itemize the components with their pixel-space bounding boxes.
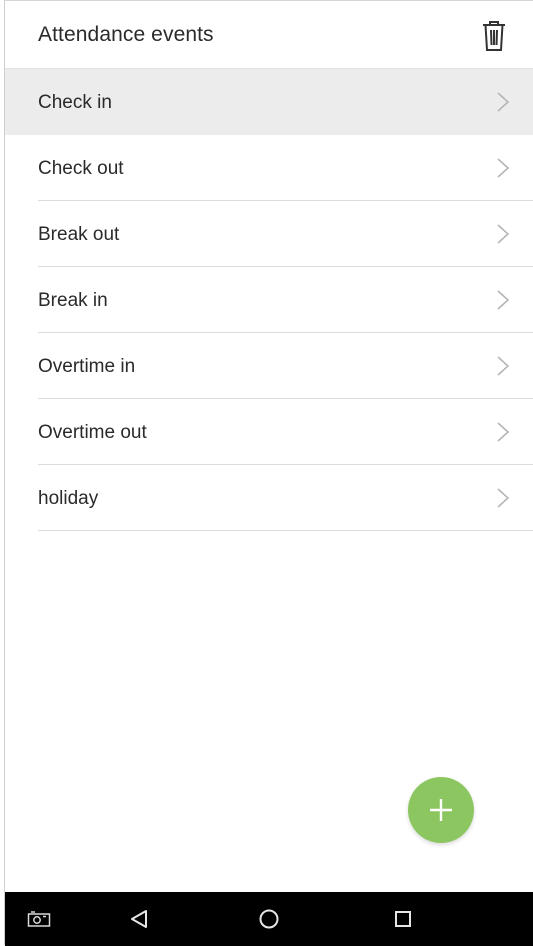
back-icon bbox=[131, 910, 147, 928]
chevron-right-icon bbox=[497, 158, 510, 178]
chevron-right-icon bbox=[497, 290, 510, 310]
chevron-right-icon bbox=[497, 356, 510, 376]
list-item-label: Break in bbox=[38, 290, 108, 311]
list-item-label: Overtime in bbox=[38, 356, 136, 377]
add-event-button[interactable] bbox=[408, 777, 474, 843]
chevron-right-icon bbox=[497, 488, 510, 508]
chevron-right-icon bbox=[497, 92, 510, 112]
list-item-label: Overtime out bbox=[38, 422, 147, 443]
list-item-break-out[interactable]: Break out bbox=[5, 201, 533, 267]
recents-icon bbox=[395, 911, 411, 927]
list-item-label: Check out bbox=[38, 158, 124, 179]
list-item-label: holiday bbox=[38, 488, 99, 509]
screenshot-button[interactable] bbox=[15, 892, 63, 946]
home-button[interactable] bbox=[245, 892, 293, 946]
chevron-right-icon bbox=[497, 422, 510, 442]
list-item-overtime-out[interactable]: Overtime out bbox=[5, 399, 533, 465]
list-item-holiday[interactable]: holiday bbox=[5, 465, 533, 531]
list-item-break-in[interactable]: Break in bbox=[5, 267, 533, 333]
plus-icon bbox=[430, 799, 452, 821]
delete-button[interactable] bbox=[479, 19, 509, 53]
events-list: Check in Check out Break out Break in Ov… bbox=[5, 69, 533, 531]
list-item-overtime-in[interactable]: Overtime in bbox=[5, 333, 533, 399]
trash-icon bbox=[483, 21, 505, 51]
list-item-label: Break out bbox=[38, 224, 120, 245]
divider bbox=[38, 530, 533, 531]
page-title: Attendance events bbox=[38, 23, 214, 46]
list-item-check-in[interactable]: Check in bbox=[5, 69, 533, 135]
app-header: Attendance events bbox=[5, 1, 533, 69]
system-navigation-bar bbox=[5, 892, 533, 946]
attendance-events-screen: Attendance events Check in Check out Bre… bbox=[4, 0, 533, 946]
chevron-right-icon bbox=[497, 224, 510, 244]
home-icon bbox=[259, 909, 279, 929]
list-item-check-out[interactable]: Check out bbox=[5, 135, 533, 201]
recents-button[interactable] bbox=[379, 892, 427, 946]
list-item-label: Check in bbox=[38, 92, 112, 113]
screenshot-icon bbox=[27, 911, 51, 927]
back-button[interactable] bbox=[115, 892, 163, 946]
